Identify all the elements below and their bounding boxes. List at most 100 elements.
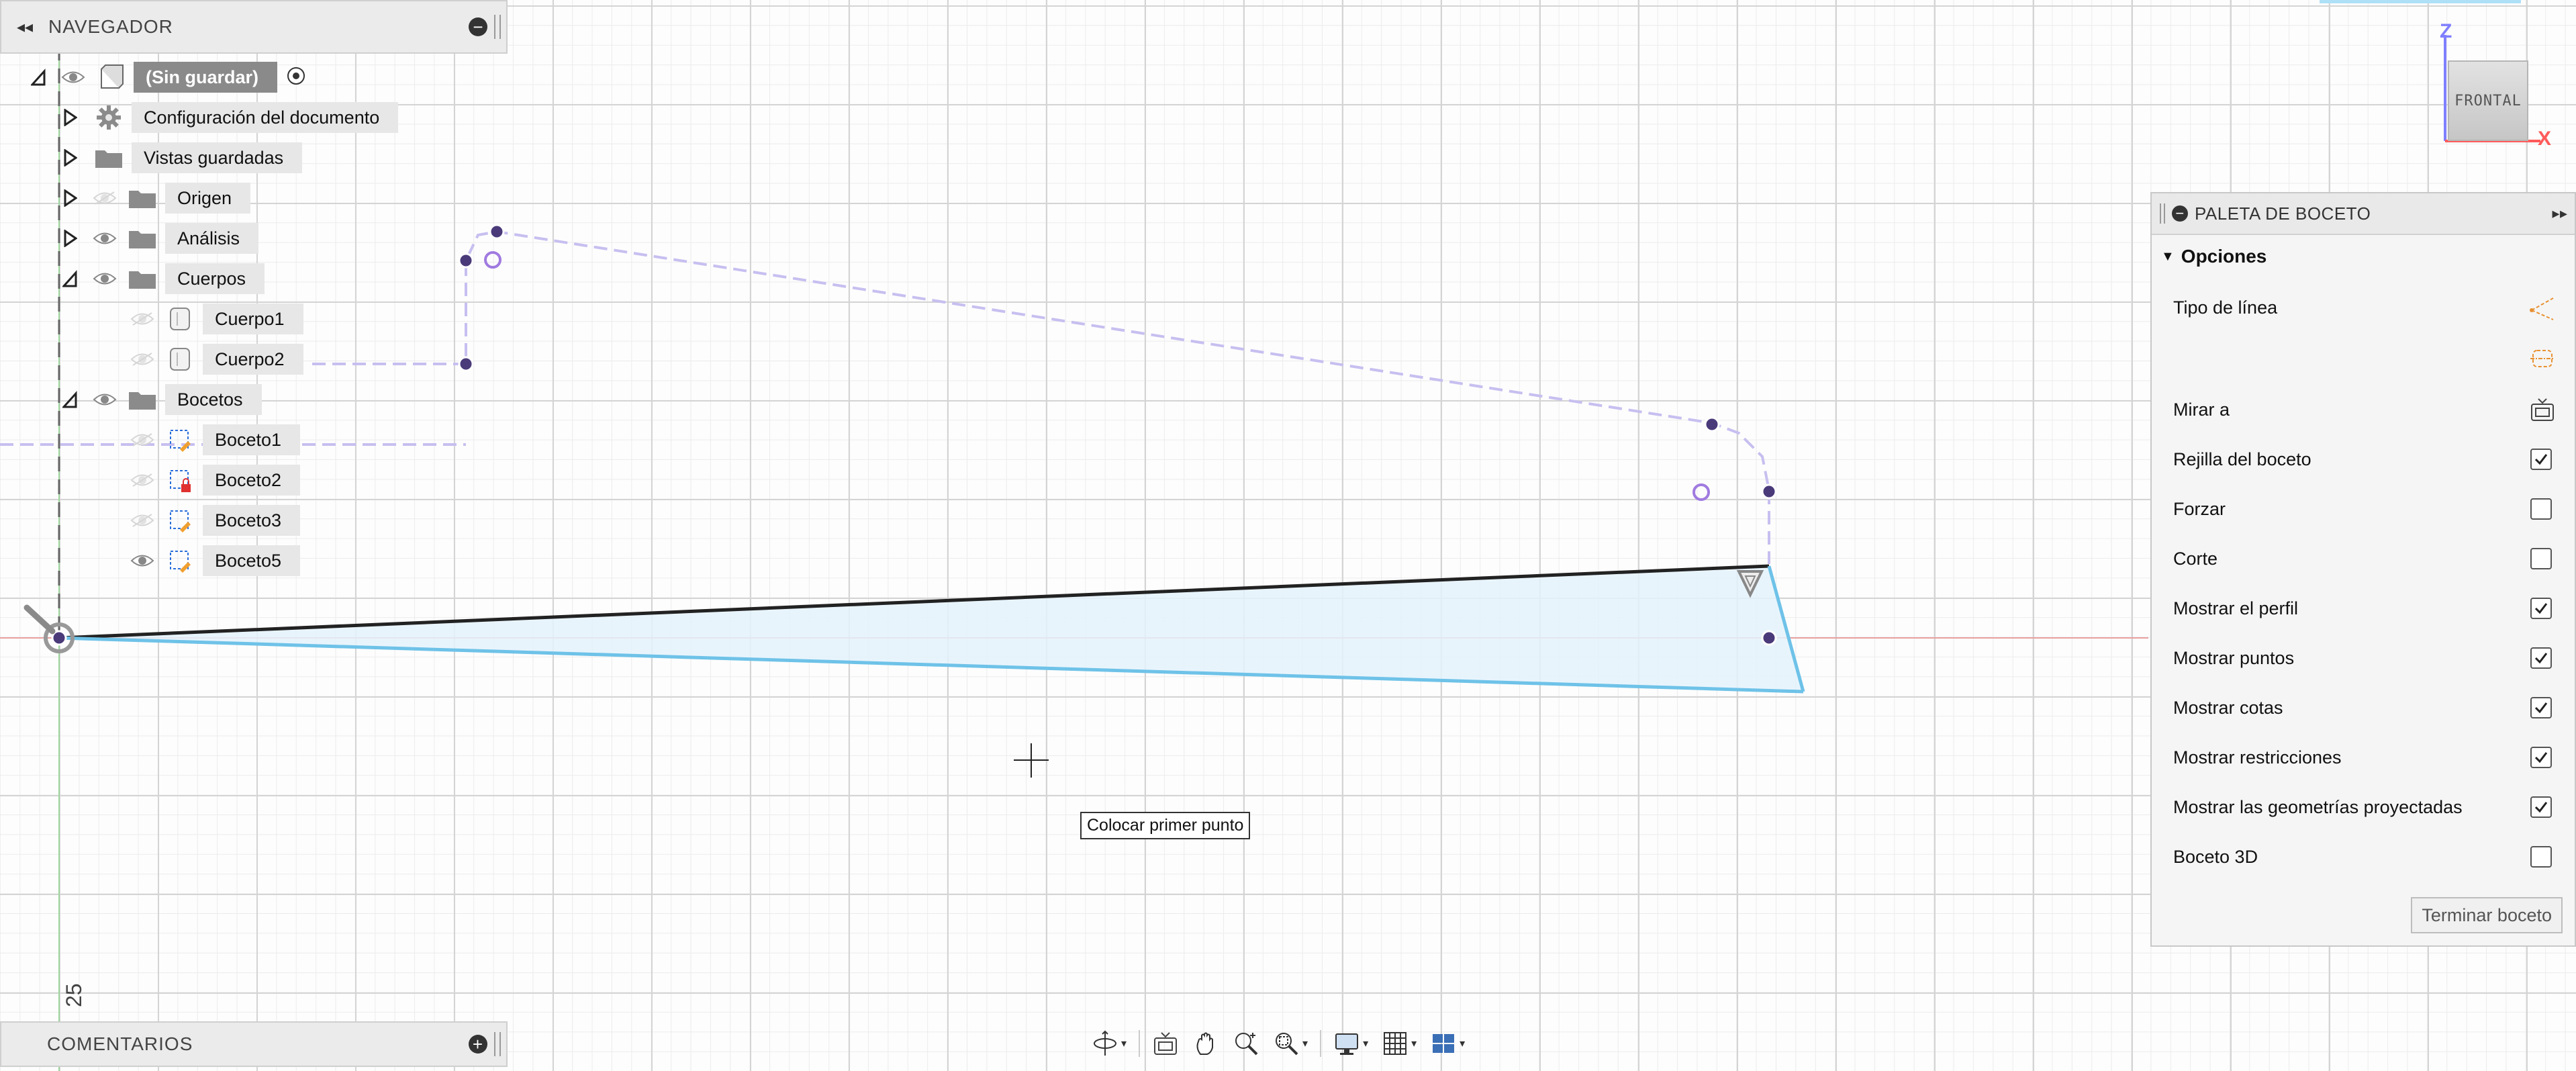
- expand-palette-icon[interactable]: ▸▸: [2545, 205, 2575, 222]
- visibility-off-icon[interactable]: [128, 469, 157, 492]
- checkbox-unchecked[interactable]: [2530, 548, 2552, 569]
- view-cube[interactable]: Z FRONTAL X: [2425, 20, 2559, 154]
- axis-x-label: X: [2538, 128, 2552, 150]
- tree-item-análisis[interactable]: Análisis: [62, 220, 259, 257]
- sketch-icon: [161, 505, 199, 536]
- tree-item-cuerpo2[interactable]: Cuerpo2: [128, 341, 303, 377]
- tree-item-label: (Sin guardar): [134, 62, 278, 93]
- finish-sketch-button[interactable]: Terminar boceto: [2411, 897, 2563, 933]
- visibility-on-icon[interactable]: [90, 267, 120, 290]
- gear-icon: [90, 102, 128, 133]
- expand-arrow-icon[interactable]: [62, 148, 78, 168]
- look-at-icon[interactable]: [2528, 395, 2557, 424]
- minimize-palette-button[interactable]: −: [2172, 205, 2188, 222]
- view-cube-front-face[interactable]: FRONTAL: [2448, 60, 2528, 141]
- tree-item-cuerpo1[interactable]: Cuerpo1: [128, 301, 303, 337]
- palette-option-row: Mostrar las geometrías proyectadas: [2173, 787, 2565, 827]
- orbit-icon[interactable]: ▾: [1088, 1027, 1131, 1060]
- palette-option-row: Boceto 3D: [2173, 837, 2565, 877]
- tree-item-configuración-del-documento[interactable]: Configuración del documento: [62, 99, 399, 136]
- palette-option-label: Tipo de línea: [2173, 297, 2278, 318]
- collapse-arrow-icon[interactable]: [62, 269, 78, 289]
- centerline-icon[interactable]: [2528, 344, 2557, 373]
- visibility-on-icon[interactable]: [90, 388, 120, 411]
- visibility-off-icon[interactable]: [128, 348, 157, 371]
- comments-bar[interactable]: COMENTARIOS +: [0, 1021, 508, 1067]
- crosshair-cursor-icon: [1014, 743, 1049, 778]
- chevron-down-icon[interactable]: ▾: [1363, 1037, 1368, 1050]
- panel-grip-icon[interactable]: [494, 15, 501, 39]
- tree-item-label: Cuerpos: [165, 263, 265, 294]
- expand-arrow-icon[interactable]: [62, 107, 78, 128]
- checkbox-checked[interactable]: [2530, 647, 2552, 669]
- toolbar-separator: [1320, 1030, 1322, 1057]
- zoom-icon[interactable]: [1229, 1027, 1263, 1060]
- palette-option-label: Corte: [2173, 548, 2218, 569]
- axis-z-label: Z: [2440, 20, 2452, 42]
- sketch-point: [1761, 483, 1777, 500]
- tree-item-label: Configuración del documento: [132, 102, 399, 133]
- checkbox-unchecked[interactable]: [2530, 498, 2552, 520]
- construction-line-icon[interactable]: [2528, 293, 2557, 322]
- panel-grip-icon[interactable]: [494, 1032, 501, 1056]
- component-icon: [92, 62, 130, 93]
- visibility-on-icon[interactable]: [90, 227, 120, 250]
- palette-option-label: Forzar: [2173, 498, 2226, 519]
- display-settings-icon[interactable]: ▾: [1329, 1027, 1372, 1060]
- chevron-down-icon[interactable]: ▾: [1302, 1037, 1308, 1050]
- chevron-down-icon[interactable]: ▾: [1460, 1037, 1465, 1050]
- collapse-panel-icon[interactable]: ◂◂: [1, 17, 48, 37]
- visibility-off-icon[interactable]: [128, 308, 157, 330]
- cursor-tooltip: Colocar primer punto: [1080, 812, 1251, 839]
- checkbox-checked[interactable]: [2530, 747, 2552, 768]
- tree-item-vistas-guardadas[interactable]: Vistas guardadas: [62, 140, 303, 176]
- palette-option-row: Corte: [2173, 539, 2565, 579]
- panel-grip-icon[interactable]: [2160, 203, 2165, 224]
- tree-item-cuerpos[interactable]: Cuerpos: [62, 261, 265, 297]
- tree-item-bocetos[interactable]: Bocetos: [62, 381, 262, 418]
- grid-icon[interactable]: ▾: [1378, 1027, 1421, 1060]
- add-comment-button[interactable]: +: [469, 1034, 487, 1054]
- palette-option-row: Forzar: [2173, 489, 2565, 529]
- checkbox-checked[interactable]: [2530, 796, 2552, 818]
- tree-item-sin-guardar[interactable]: (Sin guardar): [30, 59, 307, 95]
- checkbox-checked[interactable]: [2530, 697, 2552, 718]
- viewports-icon[interactable]: ▾: [1426, 1027, 1469, 1060]
- tree-item-boceto2[interactable]: Boceto2: [128, 462, 301, 498]
- checkbox-checked[interactable]: [2530, 449, 2552, 470]
- visibility-off-icon[interactable]: [128, 428, 157, 451]
- palette-option-row: Mostrar puntos: [2173, 638, 2565, 678]
- palette-option-label: Mostrar cotas: [2173, 697, 2283, 718]
- visibility-off-icon[interactable]: [128, 509, 157, 532]
- chevron-down-icon[interactable]: ▾: [1121, 1037, 1127, 1050]
- tree-item-label: Boceto5: [203, 545, 301, 576]
- body-icon: [161, 344, 199, 375]
- visibility-on-icon[interactable]: [128, 549, 157, 572]
- minimize-navigator-button[interactable]: −: [469, 17, 487, 36]
- activate-component-icon[interactable]: [285, 65, 307, 90]
- folder-icon: [124, 223, 161, 254]
- folder-icon: [124, 384, 161, 415]
- sketch-locked-icon: [161, 465, 199, 496]
- expand-arrow-icon[interactable]: [62, 228, 78, 248]
- checkbox-checked[interactable]: [2530, 598, 2552, 619]
- body-icon: [161, 304, 199, 334]
- look-at-icon[interactable]: [1148, 1027, 1183, 1060]
- chevron-down-icon[interactable]: ▾: [1411, 1037, 1417, 1050]
- tree-item-origen[interactable]: Origen: [62, 180, 251, 216]
- visibility-on-icon[interactable]: [58, 66, 88, 89]
- pan-icon[interactable]: [1188, 1027, 1223, 1060]
- expand-arrow-icon[interactable]: [62, 188, 78, 208]
- collapse-arrow-icon[interactable]: [30, 67, 46, 87]
- tree-item-boceto1[interactable]: Boceto1: [128, 422, 301, 458]
- tree-item-label: Boceto1: [203, 424, 301, 455]
- checkbox-unchecked[interactable]: [2530, 846, 2552, 868]
- tree-item-boceto3[interactable]: Boceto3: [128, 502, 301, 539]
- fit-icon[interactable]: ▾: [1269, 1027, 1312, 1060]
- visibility-off-icon[interactable]: [90, 187, 120, 209]
- tree-item-boceto5[interactable]: Boceto5: [128, 543, 301, 579]
- palette-option-label: Rejilla del boceto: [2173, 449, 2311, 469]
- options-section-toggle[interactable]: ▼ Opciones: [2152, 235, 2575, 278]
- collapse-arrow-icon[interactable]: [62, 389, 78, 410]
- sketch-palette: − PALETA DE BOCETO ▸▸ ▼ Opciones Tipo de…: [2150, 192, 2576, 947]
